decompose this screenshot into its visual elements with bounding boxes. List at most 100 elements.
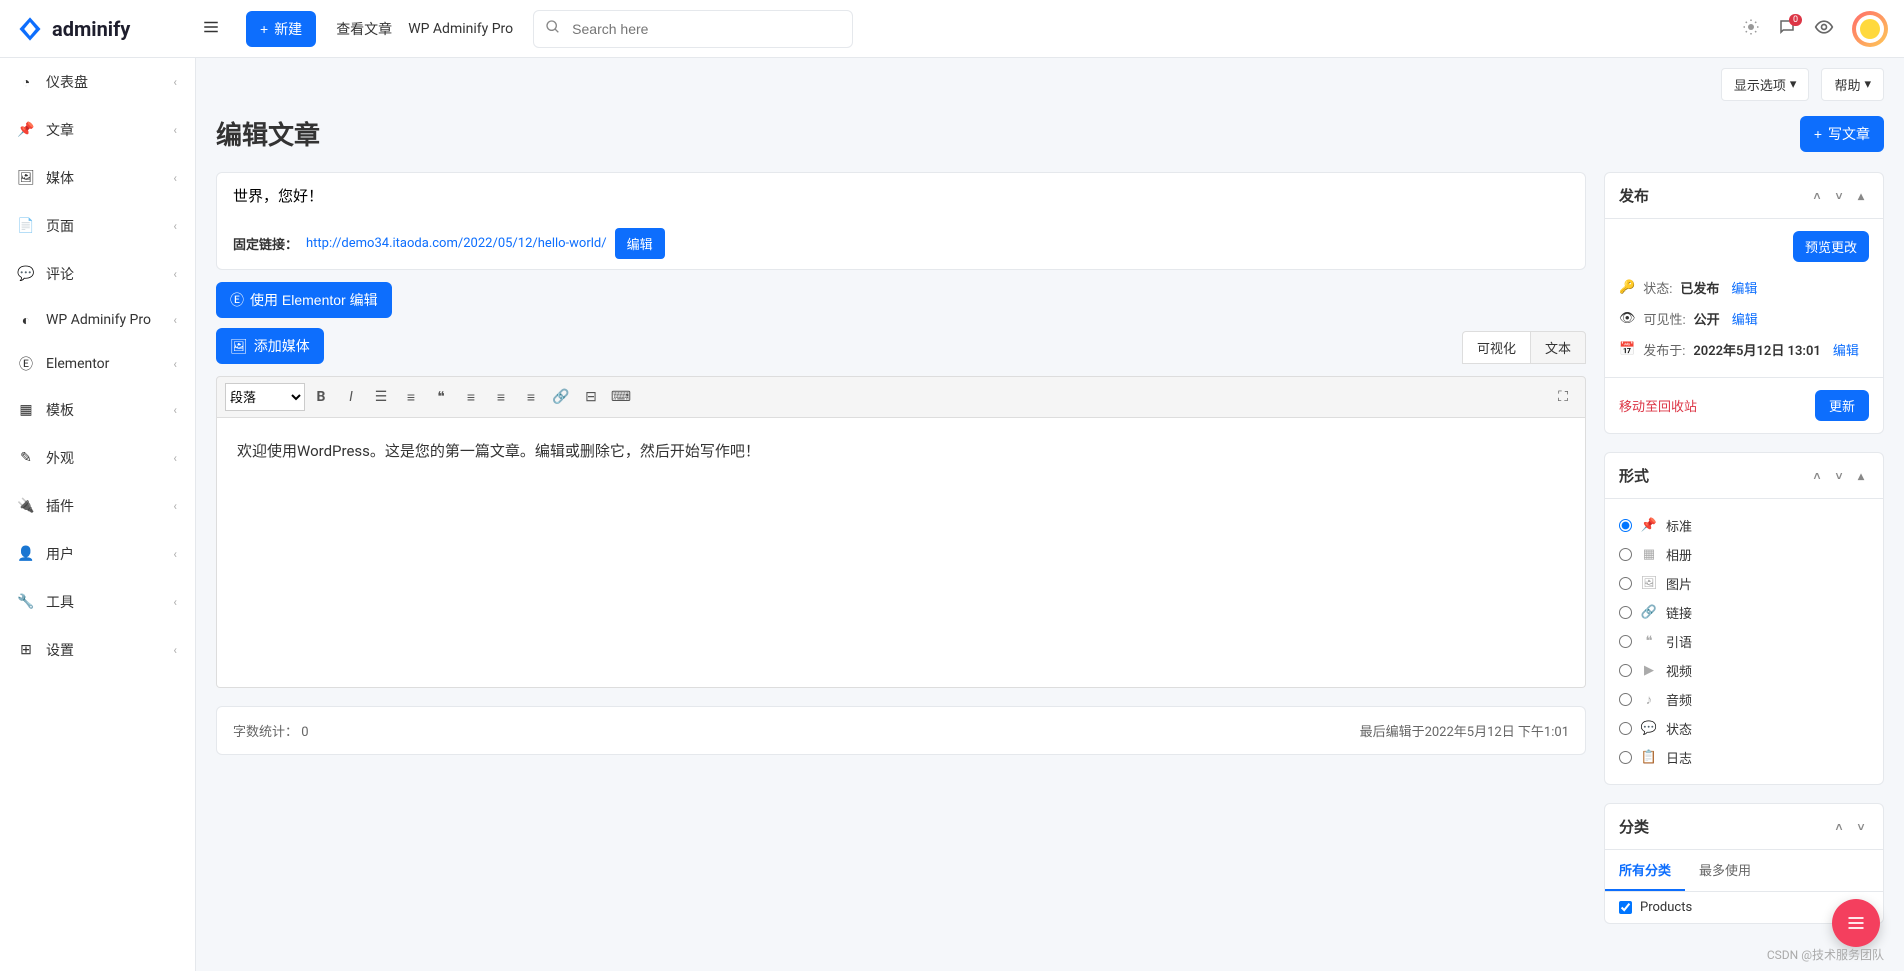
fullscreen-button[interactable]: ⛶ bbox=[1549, 383, 1577, 411]
add-new-post-button[interactable]: + 写文章 bbox=[1800, 116, 1884, 152]
page-header: 编辑文章 + 写文章 bbox=[196, 101, 1904, 172]
link-icon: 🔗 bbox=[552, 389, 569, 405]
sidebar-item-elementor[interactable]: ⒺElementor‹ bbox=[0, 342, 195, 386]
format-box: 形式 ˄˅▴ 📌标准▦相册🖼图片🔗链接❝引语▶视频♪音频💬状态📋日志 bbox=[1604, 452, 1884, 785]
bold-button[interactable]: B bbox=[307, 383, 335, 411]
toolbar-toggle-button[interactable]: ⌨ bbox=[607, 383, 635, 411]
sidebar-item-plug[interactable]: 🔌插件‹ bbox=[0, 482, 195, 530]
format-radio[interactable] bbox=[1619, 664, 1632, 677]
elementor-edit-button[interactable]: Ⓔ 使用 Elementor 编辑 bbox=[216, 282, 392, 318]
quote-button[interactable]: ❝ bbox=[427, 383, 455, 411]
view-site-button[interactable] bbox=[1814, 17, 1834, 41]
sidebar-label: 模板 bbox=[46, 400, 74, 420]
align-right-button[interactable]: ≡ bbox=[517, 383, 545, 411]
comments-button[interactable]: 0 bbox=[1778, 18, 1796, 40]
format-radio[interactable] bbox=[1619, 722, 1632, 735]
more-tag-button[interactable]: ⊟ bbox=[577, 383, 605, 411]
editor-toolbar: 段落 B I ☰ ≡ ❝ ≡ ≡ ≡ 🔗 ⊟ ⌨ ⛶ bbox=[216, 376, 1586, 418]
screen-options-toggle[interactable]: 显示选项 ▾ bbox=[1721, 68, 1810, 101]
box-down-icon[interactable]: ˅ bbox=[1853, 820, 1869, 834]
sidebar-item-comment[interactable]: 💬评论‹ bbox=[0, 250, 195, 298]
sidebar-item-page[interactable]: 📄页面‹ bbox=[0, 202, 195, 250]
box-up-icon[interactable]: ˄ bbox=[1809, 189, 1825, 203]
box-down-icon[interactable]: ˅ bbox=[1831, 469, 1847, 483]
format-radio[interactable] bbox=[1619, 519, 1632, 532]
format-option-video[interactable]: ▶视频 bbox=[1619, 656, 1869, 685]
sidebar-label: 文章 bbox=[46, 120, 74, 140]
format-option-audio[interactable]: ♪音频 bbox=[1619, 685, 1869, 714]
box-down-icon[interactable]: ˅ bbox=[1831, 189, 1847, 203]
trash-link[interactable]: 移动至回收站 bbox=[1619, 396, 1697, 415]
format-select[interactable]: 段落 bbox=[225, 383, 305, 411]
format-label: 引语 bbox=[1666, 632, 1692, 651]
sidebar-item-gauge[interactable]: ◔仪表盘‹ bbox=[0, 58, 195, 106]
format-radio[interactable] bbox=[1619, 751, 1632, 764]
box-up-icon[interactable]: ˄ bbox=[1831, 820, 1847, 834]
format-option-link[interactable]: 🔗链接 bbox=[1619, 598, 1869, 627]
format-option-quote[interactable]: ❝引语 bbox=[1619, 627, 1869, 656]
fab-button[interactable] bbox=[1832, 899, 1880, 947]
editor-content[interactable]: 欢迎使用WordPress。这是您的第一篇文章。编辑或删除它，然后开始写作吧！ bbox=[216, 418, 1586, 688]
tab-popular-categories[interactable]: 最多使用 bbox=[1685, 850, 1765, 891]
box-toggle-icon[interactable]: ▴ bbox=[1853, 189, 1869, 203]
format-option-aside[interactable]: 📋日志 bbox=[1619, 743, 1869, 772]
format-option-gallery[interactable]: ▦相册 bbox=[1619, 540, 1869, 569]
tab-text[interactable]: 文本 bbox=[1530, 331, 1586, 364]
chevron-left-icon: ‹ bbox=[173, 403, 177, 417]
more-icon: ⊟ bbox=[585, 389, 597, 405]
numbered-list-button[interactable]: ≡ bbox=[397, 383, 425, 411]
user-avatar[interactable] bbox=[1852, 11, 1888, 47]
format-option-image[interactable]: 🖼图片 bbox=[1619, 569, 1869, 598]
box-toggle-icon[interactable]: ▴ bbox=[1853, 469, 1869, 483]
sidebar-item-media[interactable]: 🖼媒体‹ bbox=[0, 154, 195, 202]
new-button[interactable]: + 新建 bbox=[246, 11, 316, 47]
italic-button[interactable]: I bbox=[337, 383, 365, 411]
sidebar-item-adminify[interactable]: ◐WP Adminify Pro‹ bbox=[0, 298, 195, 342]
sun-icon bbox=[1742, 18, 1760, 36]
sidebar-item-pin[interactable]: 📌文章‹ bbox=[0, 106, 195, 154]
format-radio[interactable] bbox=[1619, 577, 1632, 590]
link-button[interactable]: 🔗 bbox=[547, 383, 575, 411]
main-content: 显示选项 ▾ 帮助 ▾ 编辑文章 + 写文章 固定链接： http://demo… bbox=[196, 58, 1904, 964]
format-radio[interactable] bbox=[1619, 693, 1632, 706]
help-toggle[interactable]: 帮助 ▾ bbox=[1821, 68, 1884, 101]
format-label: 链接 bbox=[1666, 603, 1692, 622]
menu-toggle[interactable] bbox=[196, 12, 226, 46]
box-up-icon[interactable]: ˄ bbox=[1809, 469, 1825, 483]
theme-toggle[interactable] bbox=[1742, 18, 1760, 40]
format-option-status[interactable]: 💬状态 bbox=[1619, 714, 1869, 743]
edit-status-link[interactable]: 编辑 bbox=[1731, 278, 1757, 297]
edit-date-link[interactable]: 编辑 bbox=[1833, 340, 1859, 359]
format-radio[interactable] bbox=[1619, 606, 1632, 619]
format-radio[interactable] bbox=[1619, 635, 1632, 648]
post-title-input[interactable] bbox=[217, 173, 1585, 218]
bullet-list-button[interactable]: ☰ bbox=[367, 383, 395, 411]
add-media-button[interactable]: 🖼 添加媒体 bbox=[216, 328, 324, 364]
edit-permalink-button[interactable]: 编辑 bbox=[615, 228, 665, 259]
align-left-button[interactable]: ≡ bbox=[457, 383, 485, 411]
edit-visibility-link[interactable]: 编辑 bbox=[1732, 309, 1758, 328]
tab-all-categories[interactable]: 所有分类 bbox=[1605, 850, 1685, 891]
format-radio[interactable] bbox=[1619, 548, 1632, 561]
view-post-link[interactable]: 查看文章 bbox=[336, 19, 392, 39]
sidebar-item-wrench[interactable]: 🔧工具‹ bbox=[0, 578, 195, 626]
format-option-pin[interactable]: 📌标准 bbox=[1619, 511, 1869, 540]
category-checkbox[interactable] bbox=[1619, 901, 1632, 914]
search-input[interactable] bbox=[533, 10, 853, 48]
sidebar-item-user[interactable]: 👤用户‹ bbox=[0, 530, 195, 578]
sidebar-item-template[interactable]: ▦模板‹ bbox=[0, 386, 195, 434]
new-button-label: 新建 bbox=[274, 19, 302, 39]
update-button[interactable]: 更新 bbox=[1815, 390, 1869, 421]
tab-visual[interactable]: 可视化 bbox=[1462, 331, 1530, 364]
adminify-pro-link[interactable]: WP Adminify Pro bbox=[408, 21, 513, 37]
sidebar-item-brush[interactable]: ✎外观‹ bbox=[0, 434, 195, 482]
comment-icon: 💬 bbox=[18, 266, 34, 282]
permalink-url[interactable]: http://demo34.itaoda.com/2022/05/12/hell… bbox=[306, 236, 607, 251]
sidebar-item-settings[interactable]: ⊞设置‹ bbox=[0, 626, 195, 674]
preview-button[interactable]: 预览更改 bbox=[1793, 231, 1869, 262]
format-label: 日志 bbox=[1666, 748, 1692, 767]
align-center-button[interactable]: ≡ bbox=[487, 383, 515, 411]
logo[interactable]: adminify bbox=[16, 15, 196, 43]
sidebar-label: WP Adminify Pro bbox=[46, 312, 151, 328]
calendar-icon: 📅 bbox=[1619, 342, 1635, 357]
